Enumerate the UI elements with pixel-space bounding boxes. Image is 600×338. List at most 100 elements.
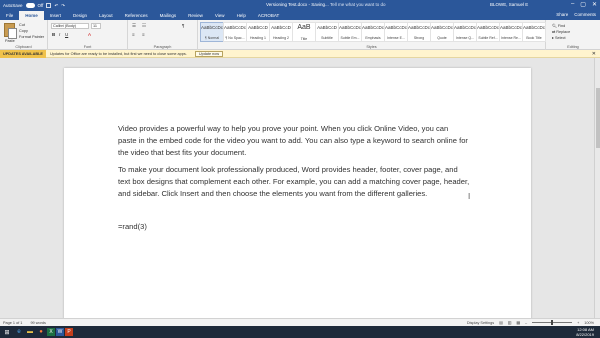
style-card[interactable]: AaBbCcDc Subtle Ref... <box>476 22 500 42</box>
style-card[interactable]: AaB Title <box>292 22 316 42</box>
style-sample: AaBbCcDc <box>385 25 407 30</box>
display-settings[interactable]: Display Settings <box>467 321 494 325</box>
tab-help[interactable]: Help <box>231 11 252 20</box>
tab-review[interactable]: Review <box>182 11 209 20</box>
cut-button[interactable]: Cut <box>19 23 25 27</box>
numbering-icon[interactable]: ☷ <box>142 23 146 29</box>
tab-file[interactable]: File <box>0 11 19 20</box>
style-card[interactable]: AaBbCcDc Intense Re... <box>499 22 523 42</box>
excel-icon[interactable]: X <box>47 328 55 336</box>
tell-me-search[interactable]: Tell me what you want to do <box>330 2 386 7</box>
copy-button[interactable]: Copy <box>19 29 28 33</box>
rand-formula-line[interactable]: =rand(3) <box>118 221 147 233</box>
style-card[interactable]: AaBbCcDc Intense Q... <box>453 22 477 42</box>
share-button[interactable]: Share <box>556 12 568 17</box>
font-family-select[interactable]: Calibri (Body) <box>51 23 89 29</box>
zoom-in-icon[interactable]: + <box>577 321 579 325</box>
style-card[interactable]: AaBbCcDc Book Title <box>522 22 546 42</box>
zoom-slider[interactable] <box>532 320 573 325</box>
body-line-5[interactable]: text box designs that complement each ot… <box>118 176 469 188</box>
tab-acrobat[interactable]: ACROBAT <box>252 11 285 20</box>
font-size-select[interactable]: 11 <box>91 23 101 29</box>
style-name: Quote <box>437 36 447 40</box>
style-name: Intense Q... <box>455 36 475 40</box>
user-name[interactable]: BLOWE, Samuel E <box>490 2 528 7</box>
read-mode-icon[interactable]: ▤ <box>499 320 503 325</box>
align-left-icon[interactable]: ≡ <box>132 32 135 37</box>
find-button[interactable]: 🔍︎ Find <box>552 23 565 28</box>
style-card[interactable]: AaBbCcDc ¶ No Spac... <box>223 22 247 42</box>
tab-layout[interactable]: Layout <box>93 11 119 20</box>
tab-home[interactable]: Home <box>19 11 44 20</box>
style-card[interactable]: AaBbCcD Subtitle <box>315 22 339 42</box>
close-icon[interactable]: ✕ <box>592 1 597 8</box>
style-card[interactable]: AaBbCcDc ¶ Normal <box>200 22 224 42</box>
pilcrow-icon[interactable]: ¶ <box>182 23 184 28</box>
app-icon[interactable]: ● <box>36 328 46 337</box>
undo-icon[interactable]: ↶ <box>54 3 58 9</box>
comments-button[interactable]: Comments <box>574 12 596 17</box>
tab-insert[interactable]: Insert <box>44 11 67 20</box>
zoom-out-icon[interactable]: – <box>525 321 527 325</box>
tab-mailings[interactable]: Mailings <box>154 11 183 20</box>
style-card[interactable]: AaBbCcD Heading 1 <box>246 22 270 42</box>
close-notice-icon[interactable]: ✕ <box>592 51 596 57</box>
format-painter-button[interactable]: Format Painter <box>19 35 44 39</box>
word-count[interactable]: 99 words <box>30 321 45 325</box>
web-layout-icon[interactable]: ▦ <box>516 320 520 325</box>
autosave-toggle[interactable] <box>25 3 35 8</box>
font-color-icon[interactable]: A <box>88 32 91 37</box>
style-card[interactable]: AaBbCcD Heading 2 <box>269 22 293 42</box>
paste-icon[interactable] <box>4 23 17 39</box>
body-line-6[interactable]: and sidebar. Click Insert and then choos… <box>118 188 427 200</box>
style-sample: AaBbCcDc <box>362 25 384 30</box>
update-message: Updates for Office are ready to be insta… <box>49 51 187 56</box>
document-page[interactable]: Video provides a powerful way to help yo… <box>64 68 531 319</box>
powerpoint-icon[interactable]: P <box>65 328 73 336</box>
style-card[interactable]: AaBbCcDc Quote <box>430 22 454 42</box>
style-name: Title <box>300 37 308 41</box>
style-name: Intense Re... <box>501 36 521 40</box>
replace-button[interactable]: ⇄ Replace <box>552 29 570 34</box>
editing-group-label: Editing <box>567 45 579 49</box>
italic-button[interactable]: I <box>59 32 60 37</box>
page-count[interactable]: Page 1 of 1 <box>3 321 22 325</box>
minimize-icon[interactable]: – <box>571 1 574 8</box>
internet-explorer-icon[interactable]: e <box>14 328 24 337</box>
body-line-2[interactable]: paste in the embed code for the video yo… <box>118 135 468 147</box>
autosave-state: Off <box>37 3 44 8</box>
file-explorer-icon[interactable]: ▬ <box>25 328 35 337</box>
body-line-4[interactable]: To make your document look professionall… <box>118 164 458 176</box>
style-card[interactable]: AaBbCcDc Intense E... <box>384 22 408 42</box>
body-line-1[interactable]: Video provides a powerful way to help yo… <box>118 123 448 135</box>
update-notice-bar: UPDATES AVAILABLE Updates for Office are… <box>0 49 600 58</box>
style-card[interactable]: AaBbCcDc Emphasis <box>361 22 385 42</box>
vertical-scrollbar[interactable] <box>594 58 600 318</box>
maximize-icon[interactable]: ▢ <box>580 1 586 8</box>
status-bar: Page 1 of 1 99 words Display Settings ▤ … <box>0 318 600 326</box>
bold-button[interactable]: B <box>52 32 55 37</box>
styles-group: AaBbCcDc ¶ Normal AaBbCcDc ¶ No Spac... AaBb… <box>198 20 546 50</box>
select-button[interactable]: ▸ Select <box>552 35 566 40</box>
tab-view[interactable]: View <box>209 11 231 20</box>
scrollbar-thumb[interactable] <box>596 88 600 148</box>
style-card[interactable]: AaBbCcDc Strong <box>407 22 431 42</box>
align-center-icon[interactable]: ≡ <box>142 32 145 37</box>
style-name: Subtle Em... <box>340 36 360 40</box>
print-layout-icon[interactable]: ▥ <box>508 320 512 325</box>
save-icon[interactable] <box>46 3 52 8</box>
style-name: ¶ No Spac... <box>225 36 245 40</box>
redo-icon[interactable]: ↷ <box>61 3 65 9</box>
word-icon[interactable]: W <box>56 328 64 336</box>
zoom-level[interactable]: 100% <box>584 321 594 325</box>
paste-label[interactable]: Paste <box>5 39 15 43</box>
underline-button[interactable]: U <box>65 32 68 37</box>
system-tray-clock[interactable]: 12:08 AM 8/22/2019 <box>576 327 594 337</box>
style-card[interactable]: AaBbCcDc Subtle Em... <box>338 22 362 42</box>
tab-design[interactable]: Design <box>67 11 93 20</box>
bullets-icon[interactable]: ☰ <box>132 23 136 29</box>
update-now-button[interactable]: Update now <box>194 50 224 57</box>
tab-references[interactable]: References <box>119 11 154 20</box>
windows-start-icon[interactable]: ⊞ <box>1 328 13 337</box>
body-line-3[interactable]: the video that best fits your document. <box>118 147 246 159</box>
